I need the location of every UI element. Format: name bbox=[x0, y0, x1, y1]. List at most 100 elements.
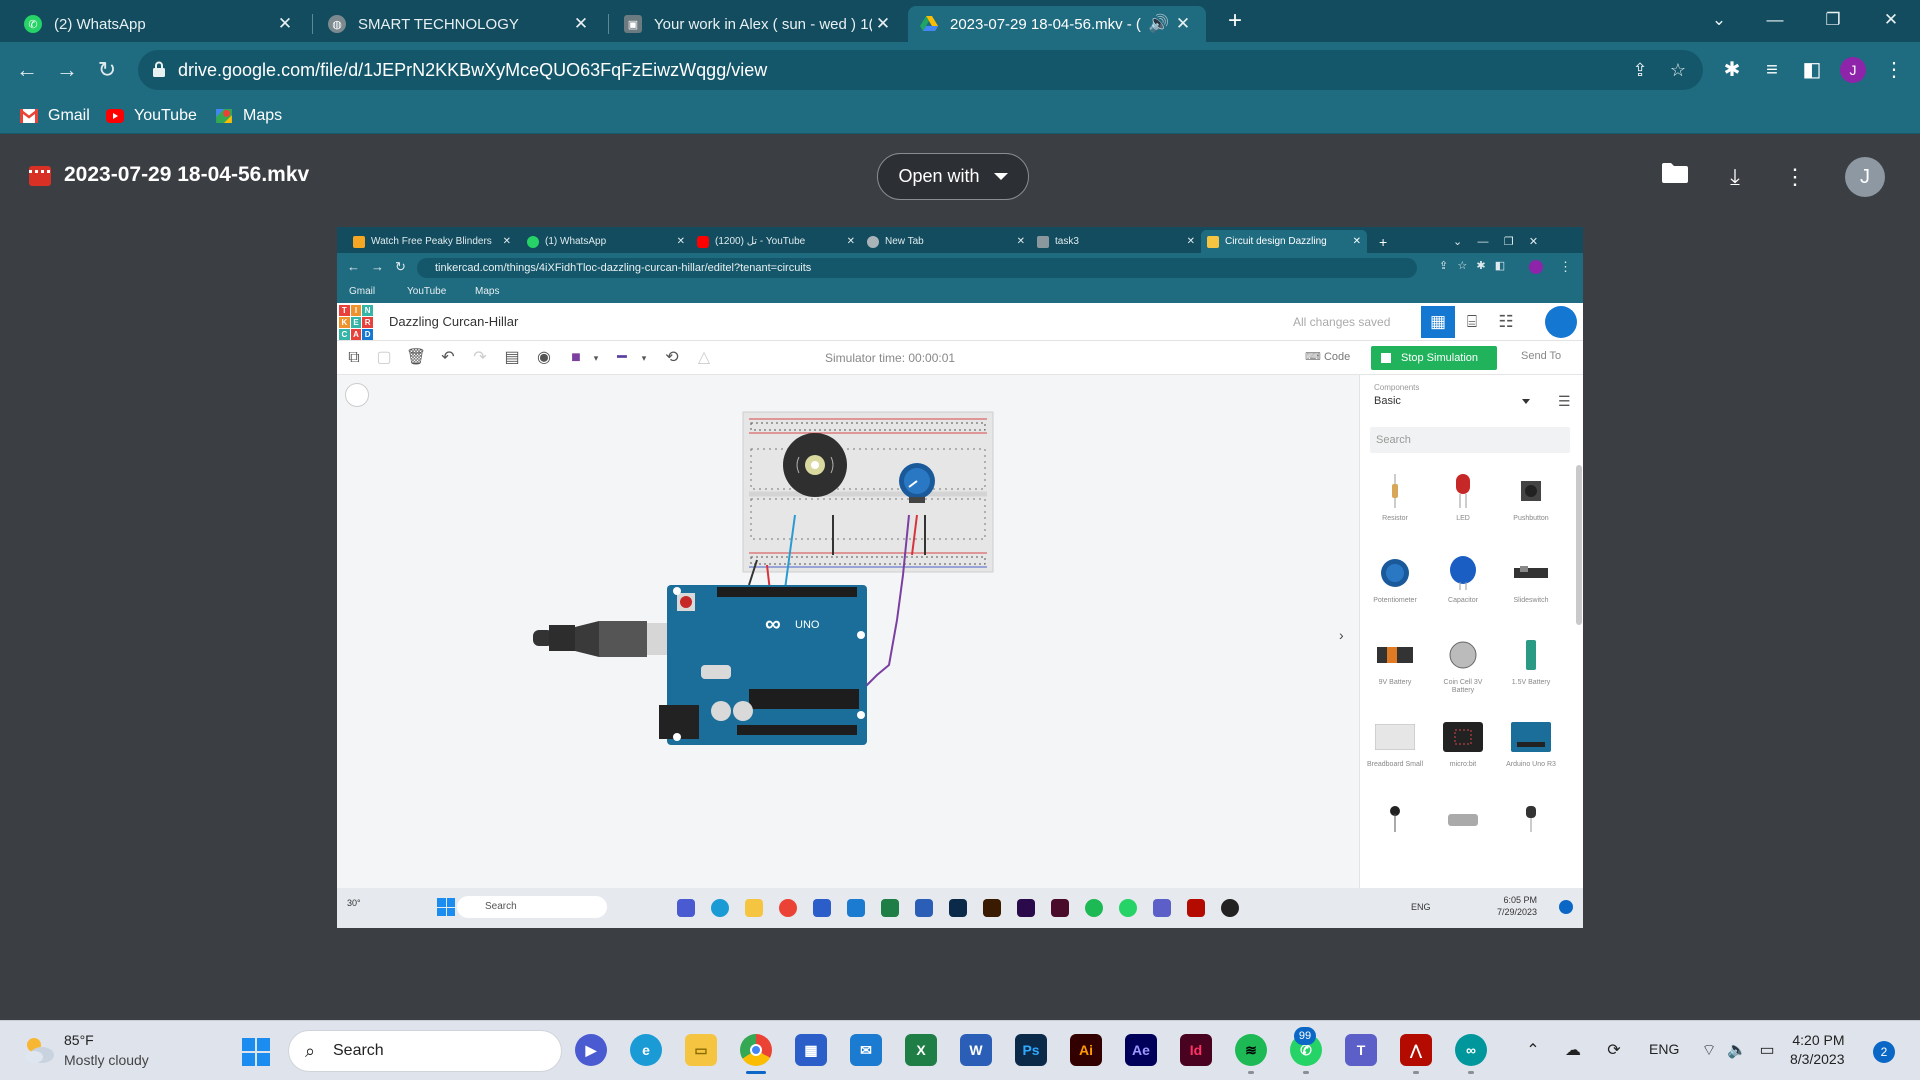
file-explorer-icon[interactable]: ▭ bbox=[685, 1034, 717, 1066]
video-app-icon bbox=[813, 899, 831, 917]
word-icon[interactable]: W bbox=[960, 1034, 992, 1066]
teams-icon[interactable]: T bbox=[1345, 1034, 1377, 1066]
video-app-icon bbox=[779, 899, 797, 917]
meet-icon[interactable]: ▶ bbox=[575, 1034, 607, 1066]
component-label: micro:bit bbox=[1449, 761, 1477, 768]
video-language: ENG bbox=[1411, 902, 1431, 912]
battery-icon[interactable]: ▭ bbox=[1755, 1039, 1779, 1063]
video-tab-title: task3 bbox=[1055, 236, 1079, 247]
spotify-icon[interactable]: ≋ bbox=[1235, 1034, 1267, 1074]
extensions-icon[interactable]: ✱ bbox=[1718, 56, 1746, 84]
close-tab-icon[interactable]: ✕ bbox=[1172, 14, 1194, 34]
close-tab-icon[interactable]: ✕ bbox=[274, 14, 296, 34]
undo-icon: ↶ bbox=[441, 349, 455, 366]
back-button[interactable]: ← bbox=[9, 52, 45, 88]
bookmark-youtube[interactable]: YouTube bbox=[106, 104, 197, 128]
close-tab-icon[interactable]: ✕ bbox=[570, 14, 592, 34]
video-profile-avatar bbox=[1529, 260, 1543, 274]
store-icon[interactable]: ▦ bbox=[795, 1034, 827, 1066]
weather-condition[interactable]: Mostly cloudy bbox=[64, 1052, 149, 1068]
tab-search-chevron-icon[interactable]: ⌄ bbox=[1696, 0, 1742, 40]
redo-icon: ↷ bbox=[473, 349, 487, 366]
tab-smart-technology[interactable]: ◍ SMART TECHNOLOGY ✕ bbox=[316, 6, 604, 42]
mail-icon[interactable]: ✉ bbox=[850, 1034, 882, 1066]
component-label: Breadboard Small bbox=[1366, 761, 1424, 768]
logo-letter: T bbox=[339, 305, 350, 316]
component-pushbutton: Pushbutton bbox=[1500, 465, 1562, 535]
illustrator-icon[interactable]: Ai bbox=[1070, 1034, 1102, 1066]
video-app-icon bbox=[677, 899, 695, 917]
site-icon bbox=[353, 235, 365, 248]
component-label: Resistor bbox=[1382, 515, 1408, 522]
wifi-icon[interactable]: ⌔ bbox=[1697, 1039, 1721, 1063]
add-to-drive-folder-icon[interactable] bbox=[1660, 162, 1690, 192]
excel-icon[interactable]: X bbox=[905, 1034, 937, 1066]
send-to-button: Send To bbox=[1521, 350, 1562, 362]
profile-avatar[interactable]: J bbox=[1840, 57, 1866, 83]
address-bar[interactable]: drive.google.com/file/d/1JEPrN2KKBwXyMce… bbox=[138, 50, 1703, 90]
onedrive-cloud-icon[interactable]: ☁ bbox=[1561, 1039, 1585, 1063]
close-icon: ✕ bbox=[846, 236, 855, 247]
video-app-icon bbox=[1187, 899, 1205, 917]
close-tab-icon[interactable]: ✕ bbox=[872, 14, 894, 34]
download-icon[interactable]: ⤓ bbox=[1720, 162, 1750, 192]
photoshop-icon[interactable]: Ps bbox=[1015, 1034, 1047, 1066]
chrome-icon[interactable] bbox=[740, 1034, 772, 1074]
color-picker-icon: ■ bbox=[571, 349, 581, 366]
arduino-icon[interactable]: ∞ bbox=[1455, 1034, 1487, 1074]
chrome-icon bbox=[867, 235, 879, 248]
notification-badge[interactable]: 2 bbox=[1873, 1041, 1895, 1063]
video-player[interactable]: Watch Free Peaky Blinders ✕ (1) WhatsApp ✕… bbox=[337, 227, 1583, 928]
show-hidden-icons-chevron-icon[interactable]: ⌃ bbox=[1521, 1039, 1545, 1063]
component-label: Potentiometer bbox=[1373, 597, 1417, 604]
restore-button[interactable]: ❐ bbox=[1810, 0, 1856, 40]
component-1-5v-battery: 1.5V Battery bbox=[1500, 629, 1562, 699]
panel-collapse-icon: › bbox=[1339, 627, 1344, 643]
system-clock[interactable]: 4:20 PM 8/3/2023 bbox=[1790, 1031, 1845, 1069]
bookmark-gmail[interactable]: Gmail bbox=[20, 104, 90, 128]
more-actions-icon[interactable]: ⋮ bbox=[1780, 162, 1810, 192]
tab-whatsapp[interactable]: ✆ (2) WhatsApp ✕ bbox=[12, 6, 308, 42]
minimize-button[interactable]: — bbox=[1752, 0, 1798, 40]
forward-button[interactable]: → bbox=[49, 52, 85, 88]
list-view-icon: ☰ bbox=[1558, 393, 1571, 409]
video-app-icon bbox=[1119, 899, 1137, 917]
windows-start-icon[interactable] bbox=[242, 1038, 270, 1066]
bookmark-maps[interactable]: Maps bbox=[215, 104, 282, 128]
account-avatar[interactable]: J bbox=[1845, 157, 1885, 197]
language-indicator[interactable]: ENG bbox=[1649, 1041, 1679, 1057]
reload-button[interactable]: ↻ bbox=[89, 52, 125, 88]
weather-temperature[interactable]: 85°F bbox=[64, 1032, 94, 1048]
close-window-button[interactable]: ✕ bbox=[1868, 0, 1914, 40]
component-label: Slideswitch bbox=[1513, 597, 1549, 604]
media-controls-icon[interactable]: ≡ bbox=[1758, 56, 1786, 84]
volume-icon[interactable]: 🔈 bbox=[1725, 1039, 1749, 1063]
video-app-icon bbox=[745, 899, 763, 917]
taskbar-search[interactable]: ⌕ Search bbox=[288, 1030, 562, 1072]
classroom-icon: ▣ bbox=[624, 15, 642, 33]
tab-classroom[interactable]: ▣ Your work in Alex ( sun - wed ) 1( ✕ bbox=[612, 6, 906, 42]
tab-drive-video[interactable]: 2023-07-29 18-04-56.mkv - ( 🔊 ✕ bbox=[908, 6, 1206, 42]
arduino-uno-board: ∞ UNO bbox=[659, 585, 867, 745]
acrobat-icon[interactable]: ⋀ bbox=[1400, 1034, 1432, 1074]
video-app-icon bbox=[983, 899, 1001, 917]
sync-icon[interactable]: ⟳ bbox=[1602, 1039, 1626, 1063]
share-icon[interactable]: ⇪ bbox=[1628, 58, 1652, 82]
breadboard bbox=[742, 411, 994, 573]
new-tab-button[interactable]: + bbox=[1220, 6, 1250, 36]
audio-playing-icon[interactable]: 🔊 bbox=[1146, 14, 1172, 34]
open-with-button[interactable]: Open with bbox=[877, 153, 1029, 200]
chrome-menu-icon[interactable]: ⋮ bbox=[1880, 56, 1908, 84]
slideswitch-icon bbox=[1511, 553, 1551, 593]
video-browser-toolbar: ← → ↻ tinkercad.com/things/4iXFidhTloc-d… bbox=[337, 253, 1583, 283]
edge-icon[interactable]: e bbox=[630, 1034, 662, 1066]
component-label: Arduino Uno R3 bbox=[1506, 761, 1556, 768]
whatsapp-icon bbox=[527, 235, 539, 248]
side-panel-icon[interactable]: ◧ bbox=[1798, 56, 1826, 84]
after-effects-icon[interactable]: Ae bbox=[1125, 1034, 1157, 1066]
video-weather-temp: 30° bbox=[347, 898, 361, 908]
paste-icon: ▢ bbox=[376, 349, 392, 366]
potentiometer-icon bbox=[1375, 553, 1415, 593]
bookmark-star-icon[interactable]: ☆ bbox=[1666, 58, 1690, 82]
indesign-icon[interactable]: Id bbox=[1180, 1034, 1212, 1066]
